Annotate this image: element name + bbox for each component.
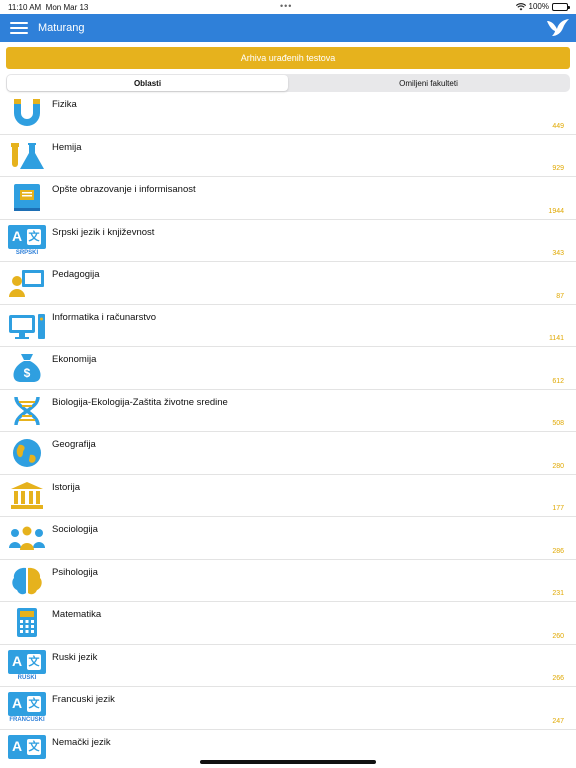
svg-text:$: $	[24, 366, 31, 380]
language-icon: A文 FRANCUSKI	[8, 692, 46, 724]
subject-name: Geografija	[52, 439, 96, 450]
subject-name: Psihologija	[52, 566, 98, 578]
book-icon	[14, 184, 40, 211]
tab-omiljeni-fakulteti[interactable]: Omiljeni fakulteti	[288, 75, 569, 91]
language-icon: A文 RUSKI	[8, 649, 46, 682]
calculator-icon	[17, 608, 37, 637]
subject-name: Opšte obrazovanje i informisanost	[52, 184, 196, 195]
status-right: 100%	[515, 2, 570, 11]
list-item[interactable]: Fizika 449	[0, 92, 576, 135]
list-item[interactable]: Psihologija 231	[0, 560, 576, 602]
globe-icon	[13, 439, 41, 467]
language-badge: SRPSKI	[15, 249, 39, 256]
list-item[interactable]: Pedagogija 87	[0, 262, 576, 305]
subject-name: Pedagogija	[52, 269, 100, 280]
question-count: 260	[552, 632, 564, 640]
tab-oblasti[interactable]: Oblasti	[7, 75, 288, 91]
subject-name: Biologija-Ekologija-Zaštita životne sred…	[52, 396, 228, 408]
question-count: 1944	[548, 207, 564, 215]
subject-name: Srpski jezik i književnost	[52, 226, 155, 238]
question-count: 280	[552, 462, 564, 470]
multitasking-dots-icon[interactable]: •••	[280, 1, 292, 11]
wifi-icon	[515, 2, 526, 10]
question-count: 1141	[548, 335, 564, 342]
subject-name: Istorija	[52, 481, 80, 493]
status-time: 11:10 AM Mon Mar 13	[8, 3, 89, 12]
people-icon	[9, 526, 45, 550]
list-item[interactable]: Opšte obrazovanje i informisanost 1944	[0, 177, 576, 220]
subject-name: Informatika i računarstvo	[52, 311, 157, 323]
question-count: 343	[552, 250, 564, 257]
question-count: 177	[552, 505, 564, 512]
hamburger-menu-icon[interactable]	[10, 20, 28, 36]
language-badge: RUSKI	[17, 674, 37, 681]
list-item[interactable]: Informatika i računarstvo 1141	[0, 305, 576, 347]
subject-list: Fizika 449 Hemija 929 Opšte obrazovanje …	[0, 92, 576, 768]
status-bar: 11:10 AM Mon Mar 13 ••• 100%	[0, 0, 576, 14]
list-item[interactable]: A文 SRPSKI Srpski jezik i književnost 343	[0, 220, 576, 262]
question-count: 87	[556, 292, 564, 300]
money-bag-icon: $	[13, 354, 41, 382]
language-badge: FRANCUSKI	[9, 717, 45, 723]
language-icon: A文 SRPSKI	[8, 224, 46, 257]
list-item[interactable]: A文 RUSKI Ruski jezik 266	[0, 645, 576, 687]
dna-icon	[14, 396, 40, 425]
list-item[interactable]: A文 FRANCUSKI Francuski jezik 247	[0, 687, 576, 730]
teacher-icon	[9, 270, 44, 297]
brain-icon	[12, 567, 42, 594]
battery-percent: 100%	[528, 2, 549, 11]
subject-name: Nemački jezik	[52, 736, 111, 748]
battery-icon	[552, 2, 570, 11]
question-count: 286	[552, 547, 564, 555]
segmented-control: Oblasti Omiljeni fakulteti	[6, 74, 570, 92]
list-item[interactable]: Matematika 260	[0, 602, 576, 645]
list-item[interactable]: Geografija 280	[0, 432, 576, 475]
subject-name: Matematika	[52, 609, 102, 620]
home-indicator[interactable]	[200, 760, 376, 764]
list-item[interactable]: $ Ekonomija 612	[0, 347, 576, 390]
question-count: 612	[552, 377, 564, 385]
magnet-icon	[14, 99, 40, 126]
subject-name: Hemija	[52, 141, 82, 153]
question-count: 929	[552, 165, 564, 172]
question-count: 266	[552, 675, 564, 682]
list-item[interactable]: Istorija 177	[0, 475, 576, 517]
flask-icon	[11, 142, 44, 169]
question-count: 231	[552, 590, 564, 597]
question-count: 449	[552, 122, 564, 130]
navigation-bar: Maturang	[0, 14, 576, 42]
language-icon: A文	[8, 734, 46, 767]
app-title: Maturang	[38, 22, 85, 34]
computer-icon	[9, 313, 45, 339]
subject-name: Sociologija	[52, 524, 98, 535]
subject-name: Francuski jezik	[52, 694, 115, 705]
list-item[interactable]: Biologija-Ekologija-Zaštita životne sred…	[0, 390, 576, 432]
museum-icon	[11, 481, 43, 509]
subject-name: Ruski jezik	[52, 651, 98, 663]
list-item[interactable]: Hemija 929	[0, 135, 576, 177]
question-count: 508	[552, 420, 564, 427]
question-count: 247	[552, 717, 564, 725]
archive-tests-button[interactable]: Arhiva urađenih testova	[6, 47, 570, 69]
list-item[interactable]: Sociologija 286	[0, 517, 576, 560]
subject-name: Ekonomija	[52, 354, 97, 365]
subject-name: Fizika	[52, 99, 77, 110]
bird-logo-icon[interactable]	[546, 17, 570, 39]
